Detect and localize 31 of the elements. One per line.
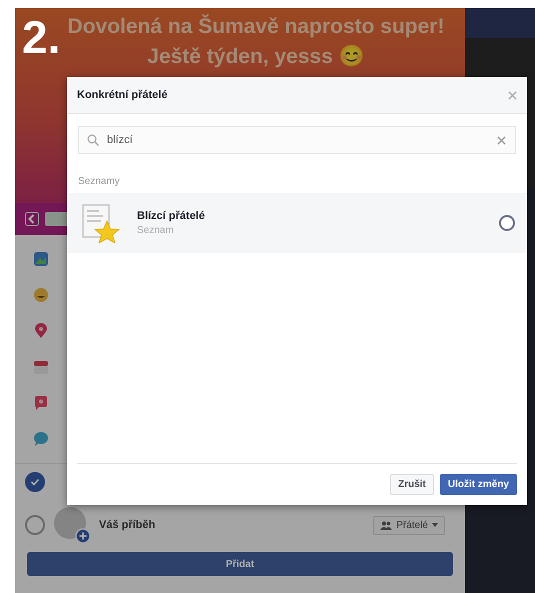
search-icon [87,134,99,146]
list-type: Seznam [137,225,175,236]
cancel-button[interactable]: Zrušit [390,474,434,495]
list-name: Blízcí přátelé [137,210,206,222]
avatar-icon [53,506,91,544]
back-icon[interactable] [25,212,39,226]
story-label: Váš příběh [99,519,156,531]
check-icon [30,477,40,487]
poll-icon[interactable] [33,395,49,411]
list-star-icon [81,203,123,243]
people-icon [380,520,392,530]
submit-button[interactable]: Přidat [27,552,453,576]
section-heading: Seznamy [78,176,121,187]
story-checkbox[interactable] [25,515,45,535]
caret-icon [432,523,438,527]
step-number: 2. [22,10,60,64]
dialog-title: Konkrétní přátelé [77,89,168,101]
search-field[interactable]: blízcí [78,126,516,154]
radio-button[interactable] [499,215,515,231]
photo-icon[interactable] [33,251,49,267]
close-icon[interactable] [508,90,517,100]
clear-icon[interactable] [497,136,506,145]
list-item[interactable]: Blízcí přátelé Seznam [67,193,527,253]
event-icon[interactable] [33,359,49,375]
feeling-icon[interactable] [33,287,49,303]
chat-icon[interactable] [33,431,49,447]
save-button[interactable]: Uložit změny [440,474,517,495]
post-text: Dovolená na Šumavě naprosto super! Ještě týden, yesss 😊 [67,13,445,70]
audience-dropdown[interactable]: Přátelé [373,516,445,534]
location-icon[interactable] [33,323,49,339]
share-checkbox[interactable] [25,472,45,492]
